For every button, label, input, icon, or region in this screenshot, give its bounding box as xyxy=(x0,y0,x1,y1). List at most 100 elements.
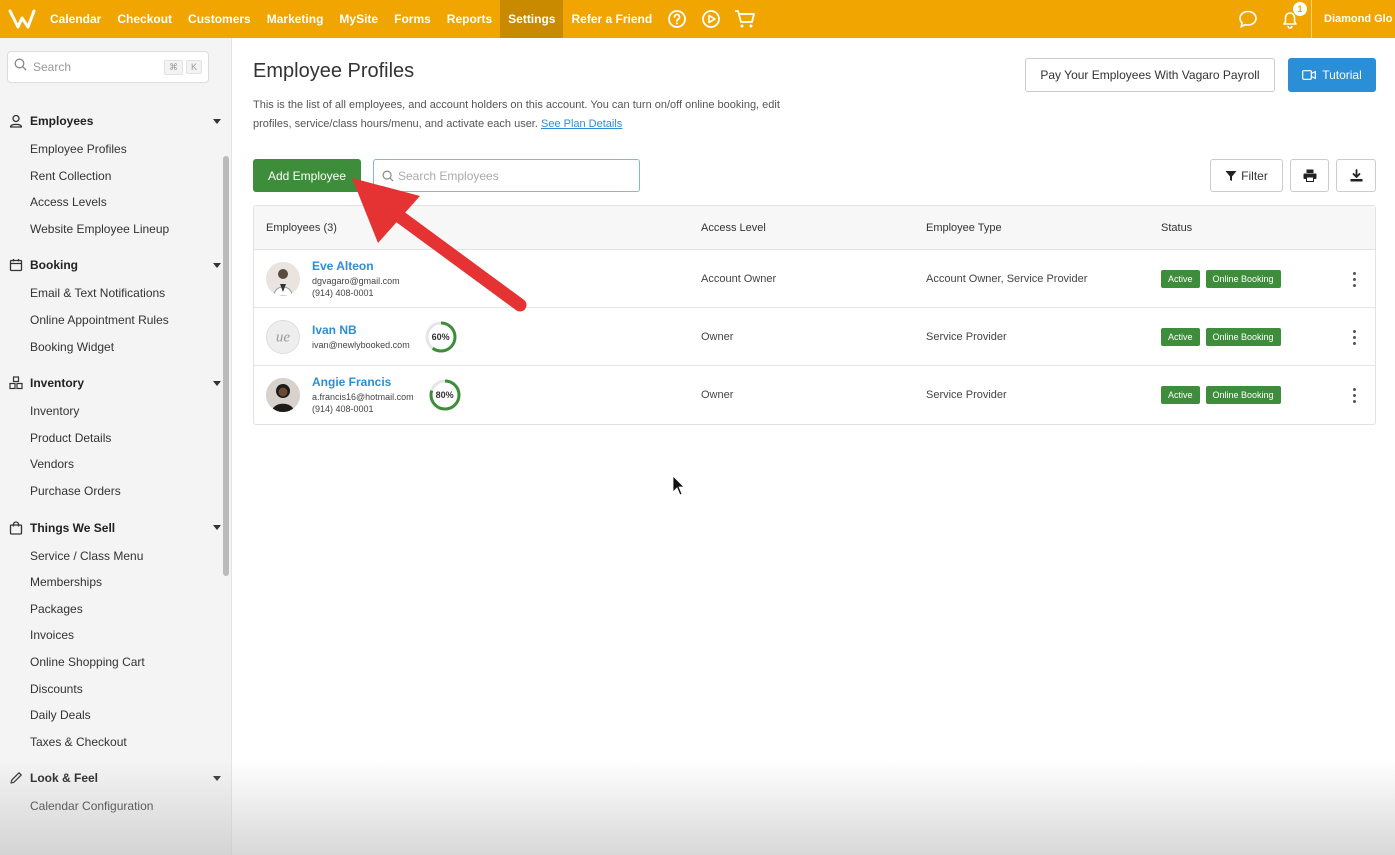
sidebar-section-look-and-feel-header[interactable]: Look & Feel xyxy=(0,763,231,793)
employee-type-cell: Service Provider xyxy=(926,330,1007,343)
table-row[interactable]: ue Ivan NB ivan@newlybooked.com 60% Owne… xyxy=(254,308,1375,366)
sidebar-search[interactable]: Search ⌘ K xyxy=(7,51,209,83)
notification-bell-icon[interactable]: 1 xyxy=(1279,2,1307,30)
row-actions-kebab-icon[interactable] xyxy=(1347,328,1361,346)
sidebar-item-rent-collection[interactable]: Rent Collection xyxy=(0,163,231,190)
employee-search-input[interactable] xyxy=(398,168,631,183)
filter-label: Filter xyxy=(1241,168,1268,183)
search-icon xyxy=(382,170,394,182)
column-header-employees[interactable]: Employees (3) xyxy=(254,222,701,234)
sidebar-item-online-appointment-rules[interactable]: Online Appointment Rules xyxy=(0,307,231,334)
person-icon xyxy=(8,113,24,129)
play-video-icon[interactable] xyxy=(700,8,722,30)
nav-right: 1 Diamond Glo xyxy=(1227,0,1395,38)
see-plan-details-link[interactable]: See Plan Details xyxy=(541,118,622,130)
access-level-cell: Owner xyxy=(701,389,734,401)
table-header: Employees (3) Access Level Employee Type… xyxy=(254,206,1375,250)
chat-icon[interactable] xyxy=(1237,8,1259,30)
employee-phone: (914) 408-0001 xyxy=(312,287,374,298)
nav-item-marketing[interactable]: Marketing xyxy=(259,0,332,38)
employees-table: Employees (3) Access Level Employee Type… xyxy=(253,205,1376,425)
sidebar-item-online-shopping-cart[interactable]: Online Shopping Cart xyxy=(0,649,231,676)
employee-name-link[interactable]: Ivan NB xyxy=(312,323,410,337)
profile-completion-percent: 60% xyxy=(431,331,450,342)
employee-email: ivan@newlybooked.com xyxy=(312,339,410,350)
sidebar-item-access-levels[interactable]: Access Levels xyxy=(0,189,231,216)
add-employee-button[interactable]: Add Employee xyxy=(253,159,361,192)
sidebar-section-employees: Employees Employee Profiles Rent Collect… xyxy=(0,106,231,242)
sidebar-section-booking-header[interactable]: Booking xyxy=(0,250,231,280)
print-button[interactable] xyxy=(1290,159,1329,192)
table-row[interactable]: Eve Alteon dgvagaro@gmail.com (914) 408-… xyxy=(254,250,1375,308)
avatar xyxy=(266,261,300,296)
column-header-employee-type[interactable]: Employee Type xyxy=(926,222,1161,234)
sidebar-item-email-text-notifications[interactable]: Email & Text Notifications xyxy=(0,280,231,307)
main-content: Employee Profiles This is the list of al… xyxy=(233,38,1395,855)
nav-item-reports[interactable]: Reports xyxy=(439,0,500,38)
vagaro-logo-icon[interactable] xyxy=(2,0,42,38)
sidebar-item-website-employee-lineup[interactable]: Website Employee Lineup xyxy=(0,216,231,243)
download-button[interactable] xyxy=(1336,159,1376,192)
sidebar-section-things-we-sell: Things We Sell Service / Class Menu Memb… xyxy=(0,513,231,756)
nav-item-mysite[interactable]: MySite xyxy=(331,0,386,38)
sidebar-item-daily-deals[interactable]: Daily Deals xyxy=(0,702,231,729)
column-header-status[interactable]: Status xyxy=(1161,222,1375,234)
chevron-down-icon xyxy=(213,380,221,386)
page-description: This is the list of all employees, and a… xyxy=(253,96,783,134)
sidebar-item-taxes-checkout[interactable]: Taxes & Checkout xyxy=(0,729,231,756)
sidebar-item-service-class-menu[interactable]: Service / Class Menu xyxy=(0,543,231,570)
shortcut-cmd-key: ⌘ xyxy=(163,59,183,75)
account-name[interactable]: Diamond Glo xyxy=(1311,0,1395,38)
sidebar-item-invoices[interactable]: Invoices xyxy=(0,622,231,649)
sidebar-section-booking: Booking Email & Text Notifications Onlin… xyxy=(0,250,231,360)
sidebar-section-employees-header[interactable]: Employees xyxy=(0,106,231,136)
sidebar-section-things-we-sell-header[interactable]: Things We Sell xyxy=(0,513,231,543)
employee-name-link[interactable]: Angie Francis xyxy=(312,375,414,389)
shopping-cart-icon[interactable] xyxy=(734,8,756,30)
row-actions-kebab-icon[interactable] xyxy=(1347,270,1361,288)
status-badge-active: Active xyxy=(1161,386,1200,404)
sidebar-item-employee-profiles[interactable]: Employee Profiles xyxy=(0,136,231,163)
sidebar-item-booking-widget[interactable]: Booking Widget xyxy=(0,334,231,361)
sidebar-section-inventory-header[interactable]: Inventory xyxy=(0,368,231,398)
sidebar-scrollbar[interactable] xyxy=(223,156,229,576)
access-level-cell: Account Owner xyxy=(701,272,777,285)
sidebar-section-inventory: Inventory Inventory Product Details Vend… xyxy=(0,368,231,504)
chevron-down-icon xyxy=(213,525,221,531)
tutorial-button[interactable]: Tutorial xyxy=(1288,58,1376,92)
sidebar-section-title: Inventory xyxy=(30,376,85,391)
sidebar-section-title: Things We Sell xyxy=(30,520,116,535)
sidebar-item-inventory[interactable]: Inventory xyxy=(0,398,231,425)
nav-item-refer-a-friend[interactable]: Refer a Friend xyxy=(563,0,660,38)
sidebar-item-product-details[interactable]: Product Details xyxy=(0,425,231,452)
nav-item-calendar[interactable]: Calendar xyxy=(42,0,109,38)
employee-email: a.francis16@hotmail.com xyxy=(312,392,414,402)
status-cell: Active Online Booking xyxy=(1161,386,1375,404)
top-nav: Calendar Checkout Customers Marketing My… xyxy=(0,0,1395,38)
nav-item-settings[interactable]: Settings xyxy=(500,0,564,38)
nav-item-checkout[interactable]: Checkout xyxy=(109,0,180,38)
employee-type-cell: Service Provider xyxy=(926,389,1007,401)
employee-name-link[interactable]: Eve Alteon xyxy=(312,259,400,273)
nav-item-forms[interactable]: Forms xyxy=(386,0,439,38)
profile-completion-ring: 80% xyxy=(428,378,462,412)
printer-icon xyxy=(1303,169,1317,182)
help-icon[interactable] xyxy=(666,8,688,30)
employee-search-box[interactable] xyxy=(373,159,640,192)
sidebar-item-memberships[interactable]: Memberships xyxy=(0,569,231,596)
sidebar-item-calendar-configuration[interactable]: Calendar Configuration xyxy=(0,793,231,820)
shortcut-k-key: K xyxy=(185,60,202,74)
avatar: ue xyxy=(266,319,300,354)
row-actions-kebab-icon[interactable] xyxy=(1347,386,1361,404)
table-row[interactable]: Angie Francis a.francis16@hotmail.com (9… xyxy=(254,366,1375,424)
sidebar-item-packages[interactable]: Packages xyxy=(0,596,231,623)
pay-employees-payroll-button[interactable]: Pay Your Employees With Vagaro Payroll xyxy=(1025,58,1275,92)
nav-item-customers[interactable]: Customers xyxy=(180,0,259,38)
sidebar-item-purchase-orders[interactable]: Purchase Orders xyxy=(0,478,231,505)
column-header-access-level[interactable]: Access Level xyxy=(701,222,926,234)
sidebar-item-discounts[interactable]: Discounts xyxy=(0,676,231,703)
chevron-down-icon xyxy=(213,775,221,781)
status-cell: Active Online Booking xyxy=(1161,327,1375,346)
filter-button[interactable]: Filter xyxy=(1210,159,1283,192)
sidebar-item-vendors[interactable]: Vendors xyxy=(0,451,231,478)
